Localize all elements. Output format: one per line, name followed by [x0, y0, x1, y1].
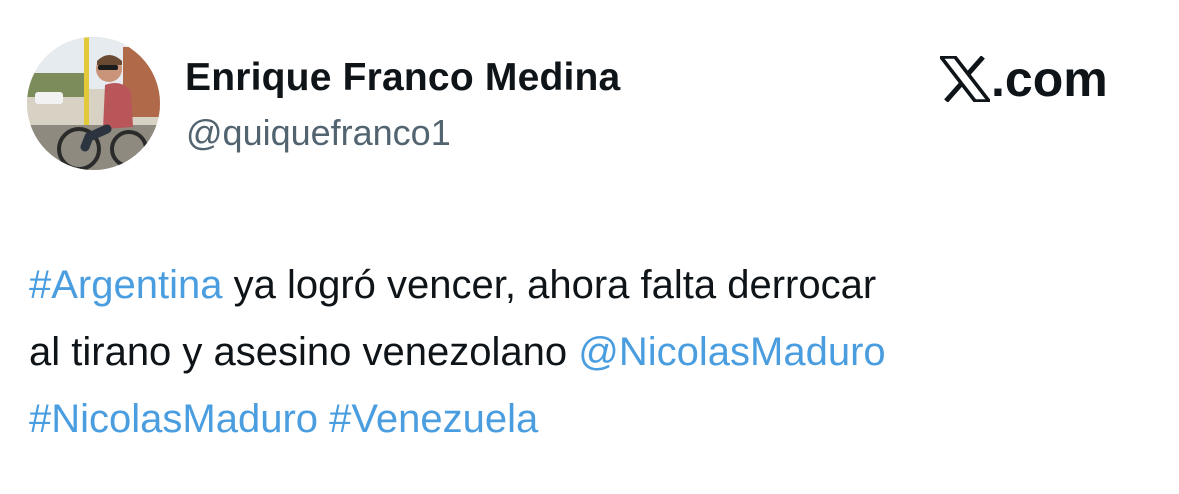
mention-nicolasmaduro[interactable]: @NicolasMaduro [578, 330, 885, 374]
hashtag-nicolasmaduro[interactable]: #NicolasMaduro [29, 397, 318, 441]
avatar[interactable] [27, 37, 160, 170]
author-handle[interactable]: @quiquefranco1 [186, 112, 451, 154]
author-display-name[interactable]: Enrique Franco Medina [185, 56, 620, 100]
tweet-card: Enrique Franco Medina @quiquefranco1 .co… [0, 0, 1179, 494]
tweet-line-2: al tirano y asesino venezolano @NicolasM… [29, 319, 1149, 386]
x-brand: .com [940, 53, 1108, 105]
brand-domain-text: .com [991, 51, 1108, 107]
hashtag-argentina[interactable]: #Argentina [29, 263, 222, 307]
x-logo-icon [940, 56, 990, 102]
tweet-line-3: #NicolasMaduro #Venezuela [29, 386, 1149, 453]
tweet-line-2-text: al tirano y asesino venezolano [29, 330, 579, 374]
avatar-photo [27, 37, 160, 170]
tweet-text: #Argentina ya logró vencer, ahora falta … [29, 252, 1149, 453]
hashtag-venezuela[interactable]: #Venezuela [329, 397, 538, 441]
tweet-line-1-text: ya logró vencer, ahora falta derrocar [222, 263, 877, 307]
tweet-line-1: #Argentina ya logró vencer, ahora falta … [29, 252, 1149, 319]
